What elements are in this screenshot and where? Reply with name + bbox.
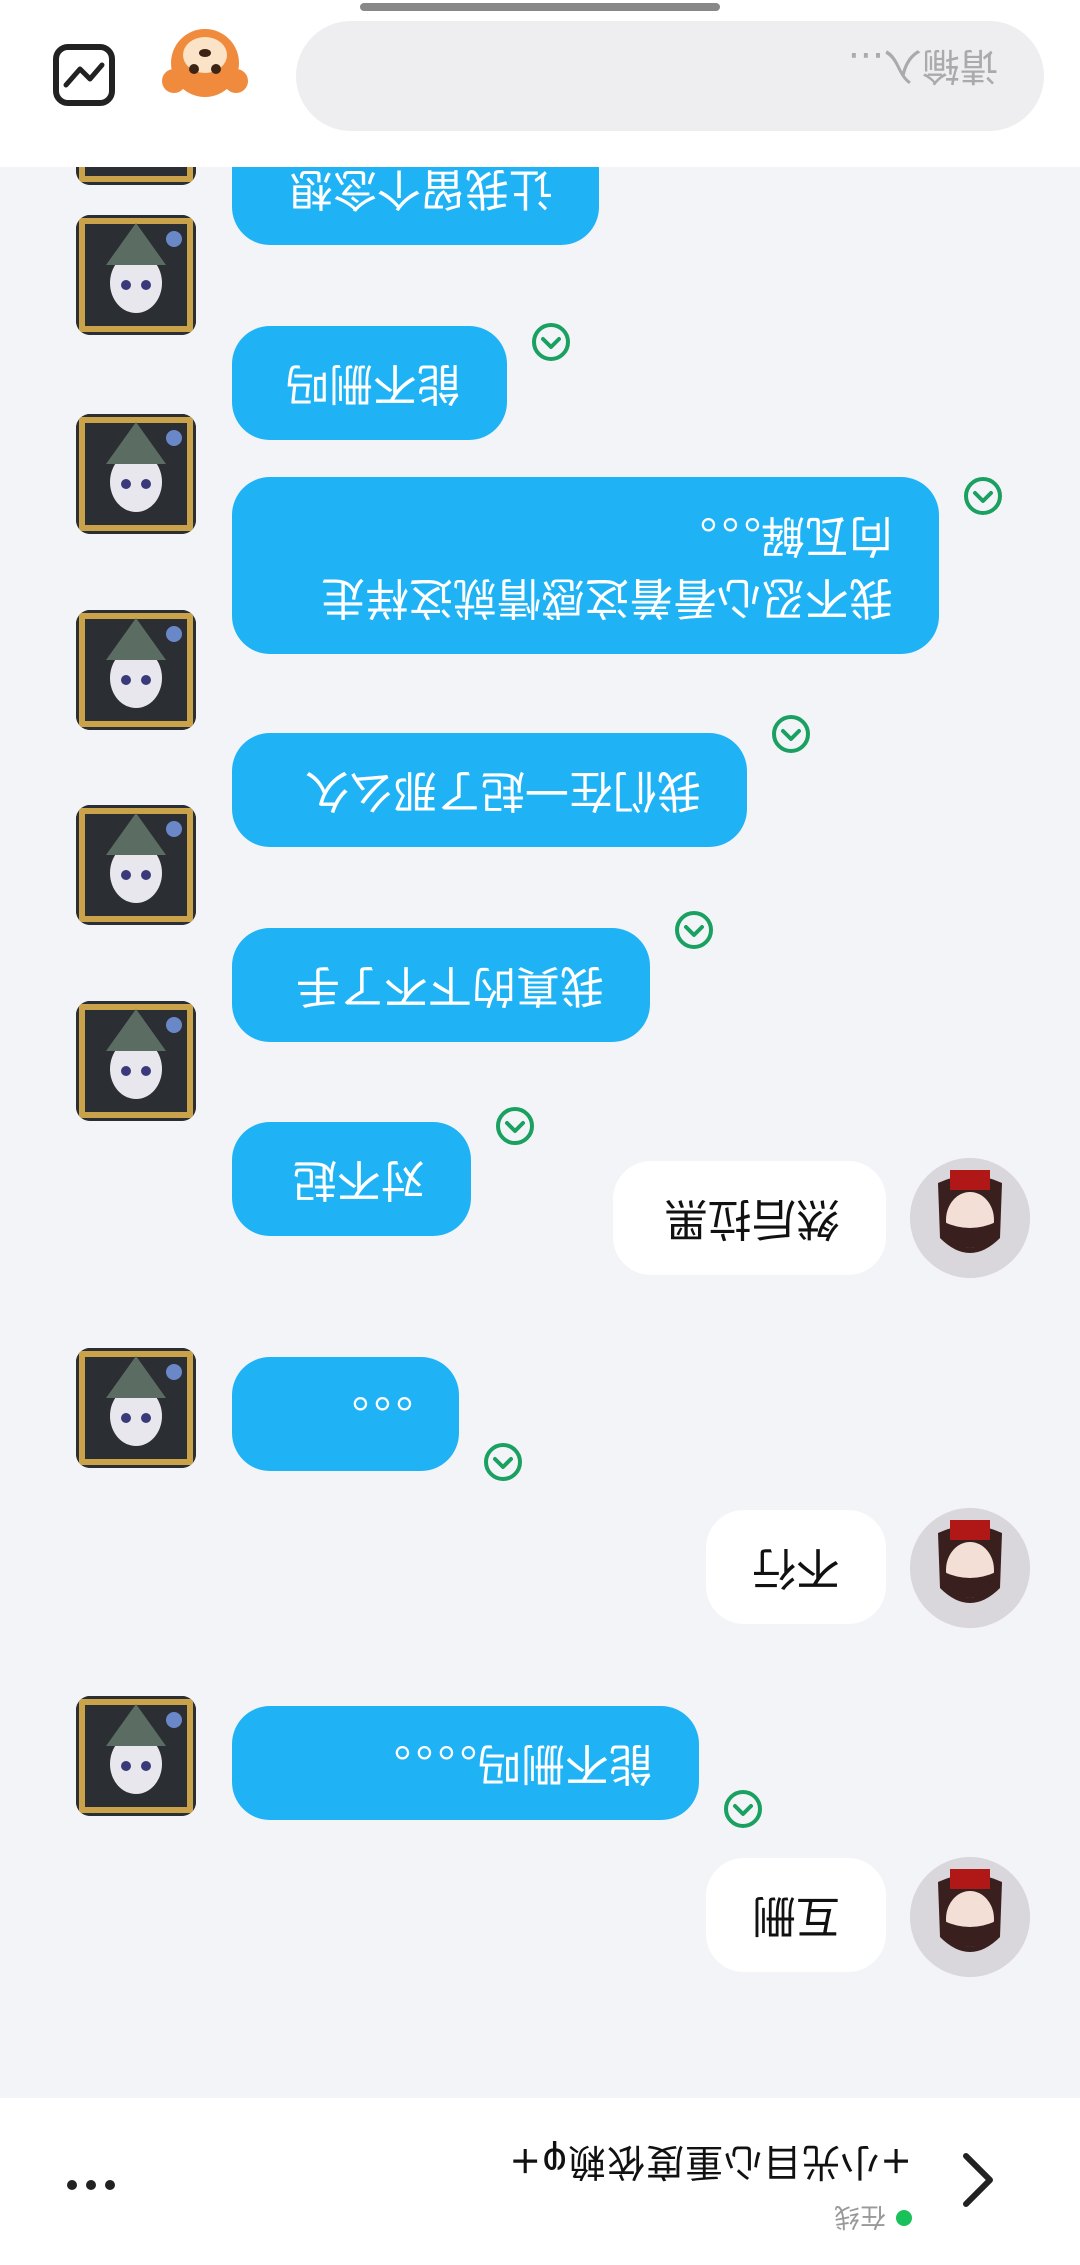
bot-avatar-image — [76, 414, 196, 534]
bot-avatar[interactable] — [76, 215, 196, 335]
screen: 在线 +小光目心重度依赖φ+ 互删 能不删吗。。。。 不行 。。。 然后拉黑 对… — [0, 0, 1080, 2265]
chevron-up-circle-icon[interactable] — [483, 1442, 523, 1482]
message-bubble-user[interactable]: 不行 — [706, 1510, 886, 1624]
more-dot — [86, 2180, 96, 2190]
message-bubble-bot[interactable]: 我不忍心看着这感情就这样走 向瓦解。。。 — [232, 477, 939, 654]
user-avatar-image — [910, 1158, 1030, 1278]
composer-bar: 请输入... — [0, 0, 1080, 167]
gallery-button[interactable] — [50, 41, 118, 109]
status-text: 在线 — [833, 2201, 886, 2231]
bot-avatar[interactable] — [76, 805, 196, 925]
bot-avatar[interactable] — [76, 414, 196, 534]
chevron-up-circle-icon[interactable] — [771, 714, 811, 754]
user-avatar[interactable] — [910, 1158, 1030, 1278]
bot-avatar-image — [76, 215, 196, 335]
user-avatar-image — [910, 1857, 1030, 1977]
bot-avatar[interactable] — [76, 1696, 196, 1816]
message-bubble-bot[interactable]: 我们在一起了那么久 — [232, 733, 747, 847]
bot-avatar[interactable] — [76, 610, 196, 730]
title-block[interactable]: 在线 +小光目心重度依赖φ+ — [212, 2125, 912, 2235]
bot-avatar-image — [76, 805, 196, 925]
bot-avatar[interactable] — [76, 1001, 196, 1121]
user-avatar-image — [910, 1508, 1030, 1628]
chevron-up-circle-icon[interactable] — [674, 910, 714, 950]
mascot-button[interactable] — [160, 21, 250, 111]
message-bubble-bot[interactable]: 我真的下不了手 — [232, 928, 650, 1042]
user-avatar[interactable] — [910, 1857, 1030, 1977]
chat-title: +小光目心重度依赖φ+ — [508, 2140, 912, 2184]
message-bubble-bot[interactable]: 。。。 — [232, 1357, 459, 1471]
user-avatar[interactable] — [910, 1508, 1030, 1628]
online-status: 在线 — [834, 2200, 912, 2237]
message-bubble-user[interactable]: 互删 — [706, 1858, 886, 1972]
back-button[interactable] — [948, 2135, 1008, 2225]
chat-canvas: 在线 +小光目心重度依赖φ+ 互删 能不删吗。。。。 不行 。。。 然后拉黑 对… — [0, 0, 1080, 2265]
bot-avatar-image — [76, 610, 196, 730]
input-placeholder: 请输入... — [847, 44, 998, 88]
gallery-icon — [53, 44, 115, 106]
more-dot — [105, 2180, 115, 2190]
bot-avatar[interactable] — [76, 1348, 196, 1468]
online-dot — [896, 2210, 912, 2227]
chevron-up-circle-icon[interactable] — [963, 476, 1003, 516]
more-button[interactable] — [56, 2165, 126, 2205]
chevron-up-circle-icon[interactable] — [723, 1789, 763, 1829]
mascot-icon — [162, 29, 248, 97]
home-indicator — [360, 3, 720, 11]
more-dot — [67, 2180, 77, 2190]
message-bubble-bot[interactable]: 能不删吗 — [232, 326, 507, 440]
chevron-up-circle-icon[interactable] — [531, 322, 571, 362]
bot-avatar-image — [76, 1001, 196, 1121]
message-bubble-bot[interactable]: 能不删吗。。。。 — [232, 1706, 699, 1820]
chevron-up-circle-icon[interactable] — [495, 1106, 535, 1146]
message-bubble-user[interactable]: 然后拉黑 — [613, 1161, 886, 1275]
chevron-left-icon — [963, 2153, 993, 2207]
bot-avatar-image — [76, 1696, 196, 1816]
message-bubble-bot[interactable]: 对不起 — [232, 1122, 471, 1236]
chat-header: 在线 +小光目心重度依赖φ+ — [0, 2098, 1080, 2265]
bot-avatar-image — [76, 1348, 196, 1468]
message-input[interactable]: 请输入... — [296, 21, 1044, 131]
